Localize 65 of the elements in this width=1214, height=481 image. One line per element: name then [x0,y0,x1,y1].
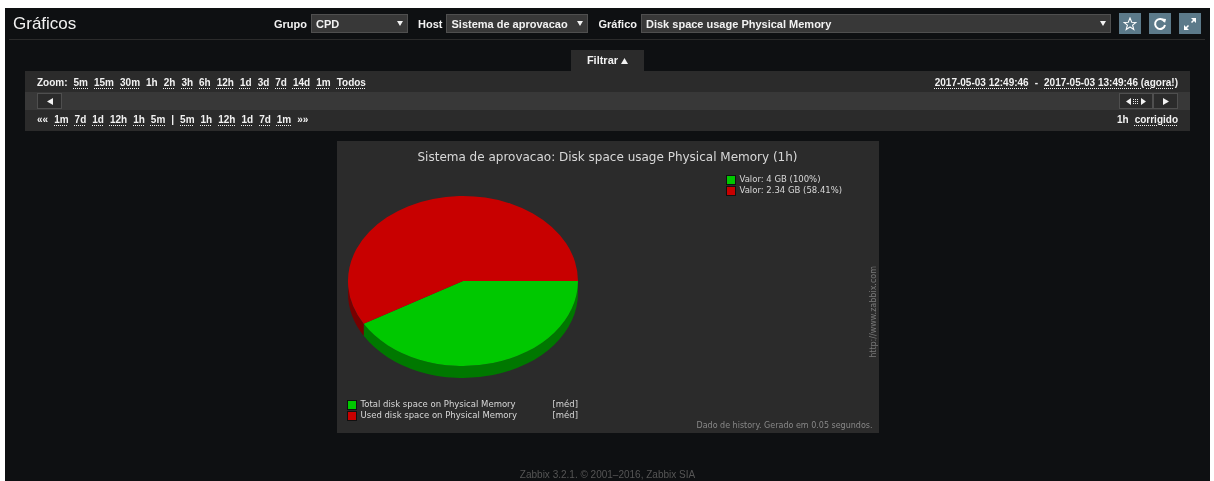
zoom-link[interactable]: 12h [216,77,234,88]
filter-dropdown[interactable]: CPD [311,14,409,33]
zoom-link[interactable]: 2h [163,77,176,88]
period-length: 1h [1117,114,1129,125]
zoom-link[interactable]: 1h [146,77,158,88]
legend-function: [méd] [552,410,579,421]
period-link[interactable]: 7d [259,114,271,125]
period-link[interactable]: 7d [74,114,87,125]
filter-tab[interactable]: Filtrar [570,50,645,71]
caret-icon [397,21,404,26]
period-link[interactable]: 1m [276,114,292,125]
period-link[interactable]: 1h [200,114,213,125]
page-title: Gráficos [13,13,77,34]
refresh-icon[interactable] [1149,13,1171,34]
footer-text: Zabbix 3.2.1. © 2001–2016, Zabbix SIA [518,469,697,480]
scroll-handle-icon [1126,97,1146,105]
nav-text: «« [37,114,49,125]
zoom-link[interactable]: 3h [181,77,194,88]
graph-url: http://www.zabbix.com [868,266,878,358]
legend-value: Valor: 2.34 GB (58.41%) [739,185,843,196]
zoom-link[interactable]: 30m [120,77,141,88]
period-mode-link[interactable]: corrigido [1134,114,1178,125]
zoom-link[interactable]: 7d [275,77,287,88]
period-link[interactable]: 12h [218,114,236,125]
period-link[interactable]: 1m [54,114,69,125]
period-link[interactable]: 1d [241,114,254,125]
filter-dropdown[interactable]: Disk space usage Physical Memory [641,14,1111,33]
nav-text: »» [297,114,309,125]
zoom-link[interactable]: 3d [257,77,270,88]
zoom-link[interactable]: Todos [336,77,366,88]
period-end-link[interactable]: 2017-05-03 13:49:46 (agora!) [1044,77,1178,88]
zoom-label: Zoom: [37,77,68,88]
left-arrow-icon [46,97,53,105]
zoom-link[interactable]: 14d [292,77,311,88]
zoom-link[interactable]: 1m [316,77,331,88]
filter-label: Gráfico [598,17,637,30]
period-start-link[interactable]: 2017-05-03 12:49:46 [934,77,1029,88]
scroll-handle-button[interactable] [1119,93,1153,109]
graph-title: Sistema de aprovacao: Disk space usage Physical Memory (1h) [416,150,799,164]
caret-icon [1100,21,1106,26]
scroll-right-button[interactable] [1153,93,1178,109]
nav-text: | [171,114,175,125]
fullscreen-icon[interactable] [1179,13,1201,34]
period-separator: - [1034,77,1039,88]
legend-item: Total disk space on Physical Memory [360,399,517,410]
filter-label: Grupo [274,17,308,30]
period-link[interactable]: 12h [109,114,128,125]
period-link[interactable]: 5m [180,114,195,125]
legend-function: [méd] [552,399,579,410]
legend-value: Valor: 4 GB (100%) [739,174,821,185]
period-link[interactable]: 1d [92,114,104,125]
scroll-left-button[interactable] [37,93,62,109]
filter-dropdown[interactable]: Sistema de aprovacao [446,14,589,33]
zoom-link[interactable]: 6h [199,77,211,88]
zoom-link[interactable]: 1d [239,77,252,88]
period-link[interactable]: 1h [133,114,145,125]
triangle-icon [621,58,629,64]
zoom-link[interactable]: 15m [94,77,114,88]
period-link[interactable]: 5m [150,114,166,125]
graph-footnote: Dado de history. Gerado em 0.05 segundos. [696,421,873,430]
legend-item: Used disk space on Physical Memory [360,410,519,421]
filter-label: Host [418,17,443,30]
right-arrow-icon [1162,97,1169,105]
caret-icon [577,21,584,26]
zoom-link[interactable]: 5m [73,77,88,88]
